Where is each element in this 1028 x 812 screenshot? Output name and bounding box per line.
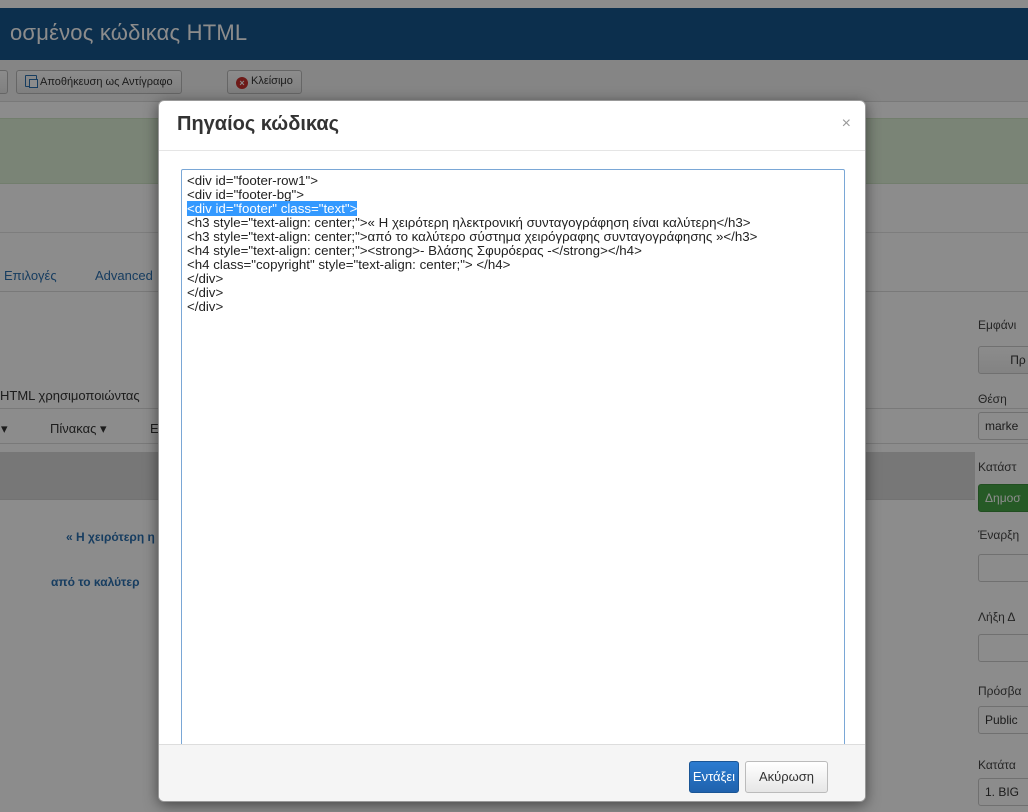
code-line: </div> bbox=[187, 299, 224, 314]
code-line: <h4 class="copyright" style="text-align:… bbox=[187, 257, 511, 272]
code-line: <div id="footer-row1"> bbox=[187, 173, 319, 188]
dialog-header: Πηγαίος κώδικας × bbox=[159, 101, 865, 151]
source-code-textarea[interactable]: <div id="footer-row1"> <div id="footer-bg… bbox=[181, 169, 845, 749]
code-line: <h4 style="text-align: center;"><strong>… bbox=[187, 243, 642, 258]
cancel-button[interactable]: Ακύρωση bbox=[745, 761, 828, 793]
dialog-body: <div id="footer-row1"> <div id="footer-bg… bbox=[159, 152, 865, 749]
code-line: <div id="footer-bg"> bbox=[187, 187, 304, 202]
dialog-title: Πηγαίος κώδικας bbox=[177, 113, 340, 135]
code-line: <h3 style="text-align: center;">« Η χειρ… bbox=[187, 215, 751, 230]
close-icon[interactable]: × bbox=[842, 114, 851, 134]
ok-button[interactable]: Εντάξει bbox=[689, 761, 739, 793]
code-line: <div id="footer" class="text"> bbox=[187, 201, 839, 216]
selected-text: <div id="footer" class="text"> bbox=[187, 201, 358, 216]
source-code-dialog: Πηγαίος κώδικας × <div id="footer-row1">… bbox=[158, 100, 866, 802]
dialog-footer: Εντάξει Ακύρωση bbox=[159, 744, 865, 801]
code-line: </div> bbox=[187, 285, 224, 300]
code-line: <h3 style="text-align: center;">από το κ… bbox=[187, 229, 758, 244]
code-line: </div> bbox=[187, 271, 224, 286]
